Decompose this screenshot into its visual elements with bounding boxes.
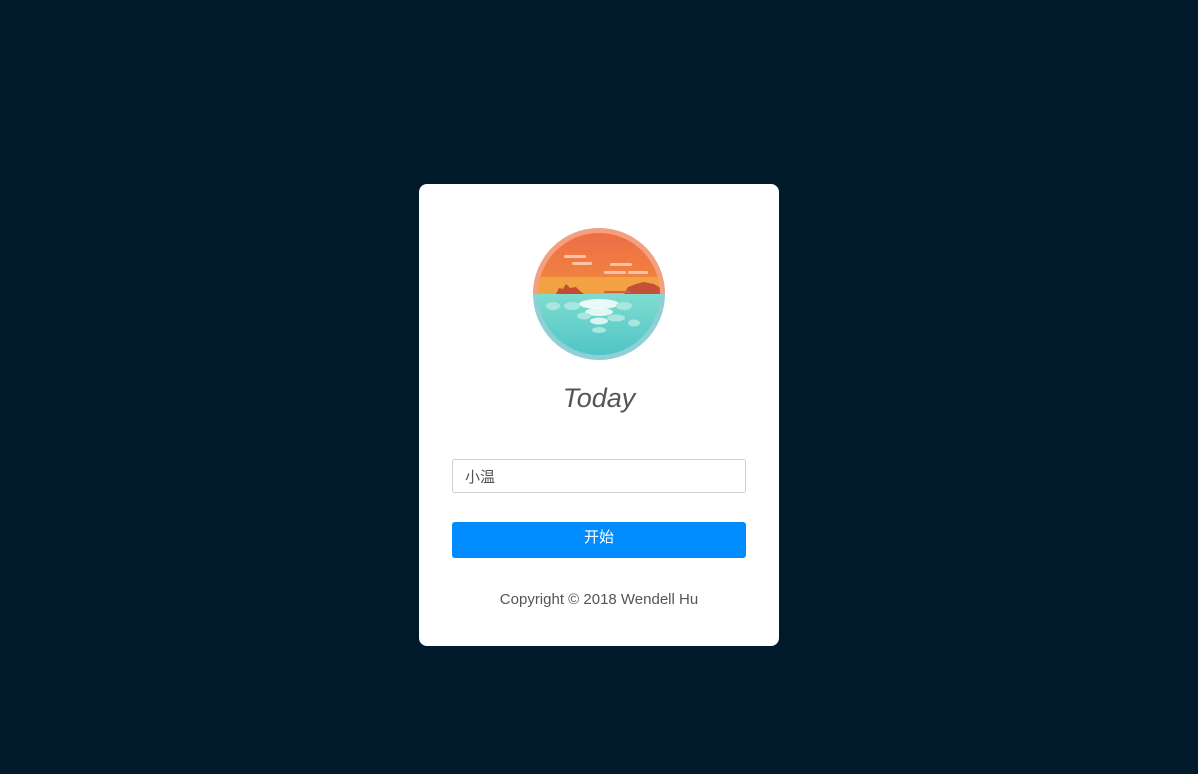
- app-title: Today: [562, 383, 636, 413]
- sunset-lake-icon: [532, 227, 666, 361]
- login-card: Today 开始 Copyright © 2018 Wendell Hu: [419, 184, 779, 646]
- name-input[interactable]: [452, 459, 746, 493]
- start-button[interactable]: 开始: [452, 522, 746, 558]
- copyright-text: Copyright © 2018 Wendell Hu: [499, 591, 699, 608]
